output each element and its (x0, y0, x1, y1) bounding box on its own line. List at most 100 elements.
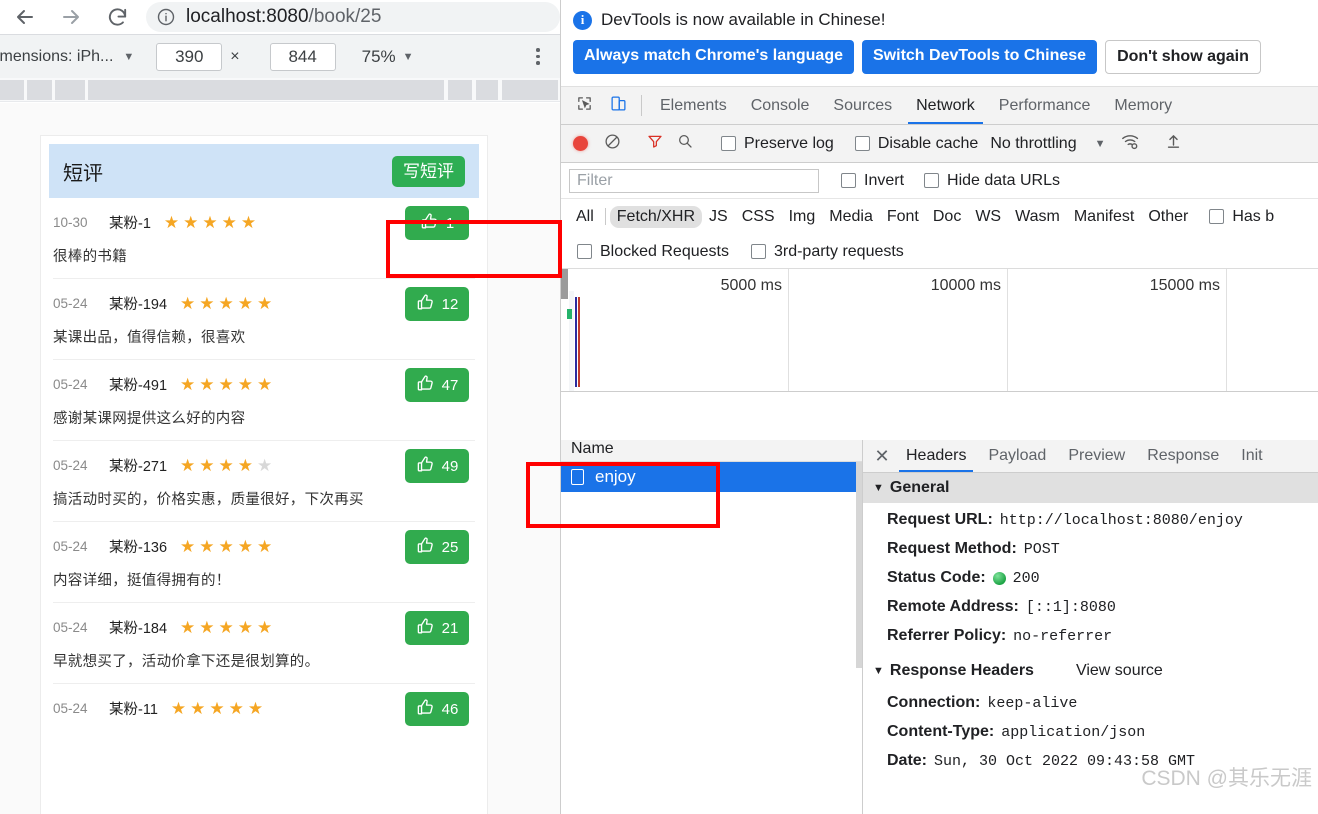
tab-console[interactable]: Console (739, 87, 822, 124)
network-conditions-button[interactable] (1115, 133, 1145, 155)
switch-to-chinese-button[interactable]: Switch DevTools to Chinese (862, 40, 1098, 74)
third-party-requests-option[interactable]: 3rd-party requests (750, 242, 904, 261)
type-filter-wasm[interactable]: Wasm (1008, 206, 1067, 228)
ruler-segment (55, 80, 85, 100)
star-icon: ★ (163, 213, 180, 232)
third-party-requests-label: 3rd-party requests (773, 242, 904, 260)
tab-performance[interactable]: Performance (987, 87, 1103, 124)
record-button[interactable] (573, 136, 588, 151)
comment-text: 内容详细，挺值得拥有的！ (53, 573, 231, 589)
has-blocked-cookies-checkbox[interactable] (1209, 209, 1225, 224)
type-filter-manifest[interactable]: Manifest (1067, 206, 1141, 228)
hide-data-urls-checkbox[interactable] (924, 173, 940, 188)
like-button[interactable]: 21 (405, 611, 469, 645)
detail-tab-response[interactable]: Response (1136, 440, 1230, 472)
device-more-options-button[interactable] (524, 43, 552, 71)
ruler-segment (27, 80, 52, 100)
type-filter-css[interactable]: CSS (735, 206, 782, 228)
preserve-log-checkbox[interactable] (721, 136, 736, 151)
requests-scrollbar[interactable] (856, 462, 862, 668)
response-headers-section-header[interactable]: ▼ Response Headers View source (863, 656, 1318, 686)
type-filter-fetch-xhr[interactable]: Fetch/XHR (609, 205, 703, 228)
device-height-input[interactable]: 844 (269, 42, 336, 71)
toggle-device-toolbar-button[interactable] (601, 87, 635, 124)
type-filter-js[interactable]: JS (702, 206, 735, 228)
search-button[interactable] (670, 133, 700, 154)
rating-stars: ★ ★ ★ ★ ★ (164, 214, 256, 231)
disable-cache-option[interactable]: Disable cache (854, 135, 978, 153)
column-header-name[interactable]: Name (571, 440, 614, 458)
type-filter-all[interactable]: All (569, 206, 601, 228)
site-information-icon[interactable] (156, 7, 176, 27)
hide-data-urls-option[interactable]: Hide data URLs (924, 172, 1060, 190)
device-zoom-select[interactable]: 75% ▼ (362, 47, 414, 67)
forward-button[interactable] (48, 0, 94, 34)
type-filter-doc[interactable]: Doc (926, 206, 968, 228)
invert-checkbox[interactable] (841, 173, 856, 188)
type-filter-other[interactable]: Other (1141, 206, 1195, 228)
star-icon: ★ (199, 375, 215, 394)
star-icon: ★ (257, 375, 273, 394)
detail-tab-preview[interactable]: Preview (1057, 440, 1136, 472)
request-url-value: http://localhost:8080/enjoy (999, 511, 1243, 529)
blocked-requests-checkbox[interactable] (577, 244, 592, 259)
network-overview-timeline[interactable]: 5000 ms 10000 ms 15000 ms (561, 269, 1318, 392)
tab-sources[interactable]: Sources (821, 87, 904, 124)
comment-date: 05-24 (53, 539, 88, 554)
blocked-requests-option[interactable]: Blocked Requests (577, 243, 729, 261)
detail-tab-payload[interactable]: Payload (977, 440, 1057, 472)
device-width-input[interactable]: 390 (156, 42, 223, 71)
preserve-log-option[interactable]: Preserve log (721, 135, 834, 153)
tab-memory[interactable]: Memory (1102, 87, 1184, 124)
type-filter-img[interactable]: Img (782, 206, 823, 228)
like-button[interactable]: 49 (405, 449, 469, 483)
invert-option[interactable]: Invert (841, 172, 904, 190)
type-filter-ws[interactable]: WS (968, 206, 1008, 228)
reload-icon (106, 6, 129, 29)
tab-elements[interactable]: Elements (648, 87, 739, 124)
throttling-select[interactable]: No throttling (990, 135, 1076, 153)
write-review-button[interactable]: 写短评 (392, 155, 465, 187)
detail-tab-headers[interactable]: Headers (895, 440, 977, 472)
comment-row: 05-24 某粉-194 ★ ★ ★ ★ ★ 某课出品，值得信赖，很喜欢 12 (53, 279, 475, 360)
import-har-button[interactable] (1158, 133, 1188, 155)
always-match-language-button[interactable]: Always match Chrome's language (573, 40, 854, 74)
chevron-down-icon[interactable]: ▼ (1095, 138, 1106, 150)
address-bar[interactable]: localhost:8080/book/25 (146, 2, 560, 32)
type-filter-media[interactable]: Media (822, 206, 880, 228)
reload-button[interactable] (94, 0, 140, 34)
like-button[interactable]: 25 (405, 530, 469, 564)
filter-toggle-button[interactable] (640, 133, 670, 154)
back-button[interactable] (2, 0, 48, 34)
view-source-link[interactable]: View source (1076, 662, 1163, 680)
third-party-requests-checkbox[interactable] (750, 244, 766, 259)
general-section-header[interactable]: ▼ General (863, 473, 1318, 503)
like-button[interactable]: 1 (405, 206, 469, 240)
like-button[interactable]: 47 (405, 368, 469, 402)
general-section-body: Request URL: http://localhost:8080/enjoy… (863, 503, 1318, 645)
referrer-policy-row: Referrer Policy: no-referrer (887, 627, 1318, 645)
type-filter-font[interactable]: Font (880, 206, 926, 228)
inspect-element-button[interactable] (567, 87, 601, 124)
request-row[interactable]: enjoy (561, 462, 862, 492)
resource-type-filters: All Fetch/XHR JS CSS Img Media Font Doc … (561, 199, 1318, 235)
star-icon: ★ (228, 699, 244, 718)
dont-show-again-button[interactable]: Don't show again (1105, 40, 1261, 74)
filter-input[interactable]: Filter (569, 168, 819, 193)
has-blocked-cookies-option[interactable]: Has b (1209, 208, 1274, 226)
overview-event-bars (567, 297, 585, 387)
devtools-pane: i DevTools is now available in Chinese! … (560, 0, 1318, 814)
kebab-dot (536, 61, 540, 65)
overview-scrollbar[interactable] (561, 269, 568, 299)
tab-network[interactable]: Network (904, 87, 987, 124)
close-details-button[interactable]: ✕ (869, 440, 895, 472)
inspect-cursor-icon (576, 95, 593, 117)
back-arrow-icon (13, 5, 37, 29)
comment-text: 搞活动时买的，价格实惠，质量很好，下次再买 (53, 492, 364, 508)
like-button[interactable]: 12 (405, 287, 469, 321)
device-select[interactable]: imensions: iPh... ▼ (0, 48, 134, 66)
clear-button[interactable] (597, 133, 627, 155)
detail-tab-initiator[interactable]: Init (1230, 440, 1273, 472)
like-button[interactable]: 46 (405, 692, 469, 726)
disable-cache-checkbox[interactable] (854, 136, 870, 151)
